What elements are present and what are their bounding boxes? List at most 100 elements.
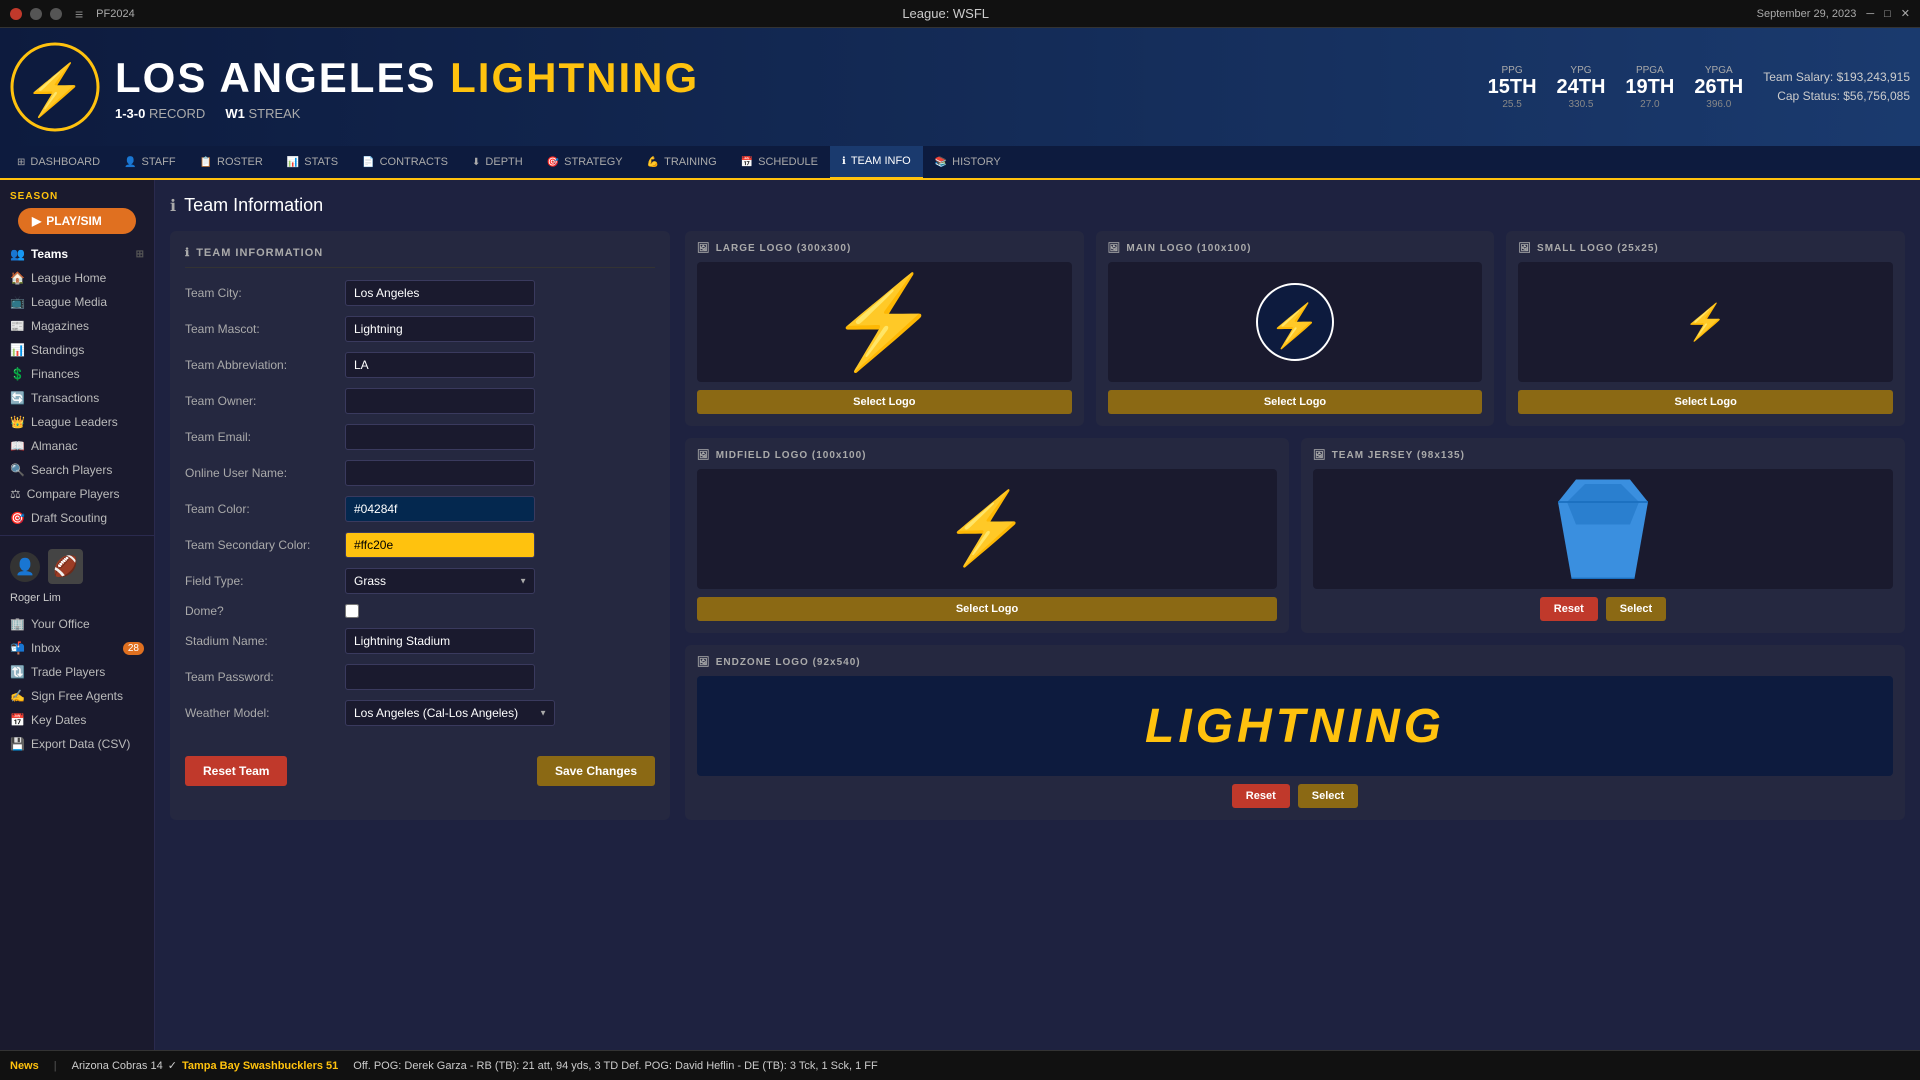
endzone-logo-header: 🖼 ENDZONE LOGO (92x540) [697, 657, 1893, 668]
user-avatar: 👤 [10, 552, 40, 582]
streak-value: W1 [225, 106, 245, 121]
midfield-logo-panel: 🖼 MIDFIELD LOGO (100x100) ⚡ Select Logo [685, 438, 1289, 633]
news-details: Off. POG: Derek Garza - RB (TB): 21 att,… [353, 1060, 877, 1072]
abbr-input[interactable] [345, 352, 535, 378]
news-label: News [10, 1060, 39, 1072]
sidebar-item-league-leaders[interactable]: 👑 League Leaders [0, 410, 154, 434]
large-logo-display: ⚡ [697, 262, 1072, 382]
sidebar-item-export-data[interactable]: 💾 Export Data (CSV) [0, 732, 154, 756]
sidebar-item-league-media[interactable]: 📺 League Media [0, 290, 154, 314]
small-logo-select-button[interactable]: Select Logo [1518, 390, 1893, 414]
dome-checkbox[interactable] [345, 604, 359, 618]
jersey-reset-button[interactable]: Reset [1540, 597, 1598, 621]
tab-history[interactable]: 📚 HISTORY [923, 146, 1013, 179]
tab-strategy[interactable]: 🎯 STRATEGY [535, 146, 635, 179]
sidebar-item-trade-players[interactable]: 🔃 Trade Players [0, 660, 154, 684]
sidebar-item-transactions[interactable]: 🔄 Transactions [0, 386, 154, 410]
transactions-icon: 🔄 [10, 391, 25, 405]
secondary-color-label: Team Secondary Color: [185, 538, 345, 552]
tab-dashboard[interactable]: ⊞ DASHBOARD [5, 146, 112, 179]
user-helmet: 🏈 [48, 549, 83, 584]
color-input[interactable] [345, 496, 535, 522]
form-row-mascot: Team Mascot: [185, 316, 655, 342]
stadium-input[interactable] [345, 628, 535, 654]
sidebar-item-search-players[interactable]: 🔍 Search Players [0, 458, 154, 482]
midfield-logo-select-button[interactable]: Select Logo [697, 597, 1277, 621]
large-logo-select-button[interactable]: Select Logo [697, 390, 1072, 414]
secondary-color-input[interactable] [345, 532, 535, 558]
content-area: ℹ Team Information ℹ TEAM INFORMATION Te… [155, 180, 1920, 1050]
form-row-abbr: Team Abbreviation: [185, 352, 655, 378]
sidebar-item-sign-free-agents[interactable]: ✍ Sign Free Agents [0, 684, 154, 708]
tab-contracts[interactable]: 📄 CONTRACTS [350, 146, 460, 179]
owner-input[interactable] [345, 388, 535, 414]
tab-schedule[interactable]: 📅 SCHEDULE [729, 146, 830, 179]
team-info-panel: ℹ TEAM INFORMATION Team City: Team Masco… [170, 231, 670, 820]
compare-players-icon: ⚖ [10, 487, 21, 501]
team1-score: Arizona Cobras 14 [72, 1060, 163, 1072]
tab-team-info[interactable]: ℹ TEAM INFO [830, 146, 923, 179]
tab-staff[interactable]: 👤 STAFF [112, 146, 187, 179]
large-logo-header: 🖼 LARGE LOGO (300x300) [697, 243, 1072, 254]
tab-depth[interactable]: ⬇ DEPTH [460, 146, 535, 179]
weather-select[interactable]: Los Angeles (Cal-Los Angeles) [345, 700, 555, 726]
sidebar-item-standings[interactable]: 📊 Standings [0, 338, 154, 362]
sidebar-item-finances[interactable]: 💲 Finances [0, 362, 154, 386]
sidebar-item-key-dates[interactable]: 📅 Key Dates [0, 708, 154, 732]
email-input[interactable] [345, 424, 535, 450]
sidebar-item-magazines[interactable]: 📰 Magazines [0, 314, 154, 338]
magazines-icon: 📰 [10, 319, 25, 333]
sidebar-item-almanac[interactable]: 📖 Almanac [0, 434, 154, 458]
score-display: Arizona Cobras 14 ✓ Tampa Bay Swashbuckl… [72, 1059, 339, 1072]
sidebar-item-your-office[interactable]: 🏢 Your Office [0, 612, 154, 636]
sidebar-item-league-home[interactable]: 🏠 League Home [0, 266, 154, 290]
email-label: Team Email: [185, 430, 345, 444]
svg-text:⚡: ⚡ [24, 61, 86, 120]
endzone-reset-button[interactable]: Reset [1232, 784, 1290, 808]
logos-area: 🖼 LARGE LOGO (300x300) ⚡ Select Logo 🖼 M… [685, 231, 1905, 820]
close-button[interactable] [10, 8, 22, 20]
play-sim-button[interactable]: ▶ PLAY/SIM [18, 208, 136, 234]
sidebar-item-draft-scouting[interactable]: 🎯 Draft Scouting [0, 506, 154, 530]
main-logo-display: ⚡ [1108, 262, 1483, 382]
export-data-icon: 💾 [10, 737, 25, 751]
team-header: ⚡ LOS ANGELES LIGHTNING 1-3-0 RECORD W1 … [0, 28, 1920, 146]
sidebar: SEASON ▶ PLAY/SIM 👥 Teams ⊞ 🏠 League Hom… [0, 180, 155, 1050]
reset-team-button[interactable]: Reset Team [185, 756, 287, 786]
header-stats: PPG 15TH 25.5 YPG 24TH 330.5 PPGA 19TH 2… [1488, 65, 1910, 110]
main-logo-panel: 🖼 MAIN LOGO (100x100) ⚡ Select Logo [1096, 231, 1495, 426]
form-buttons: Reset Team Save Changes [185, 746, 655, 786]
minimize-button[interactable] [30, 8, 42, 20]
svg-text:⚡: ⚡ [1269, 301, 1321, 351]
team-info-panel-header: ℹ TEAM INFORMATION [185, 246, 655, 268]
teams-icon: 👥 [10, 247, 25, 261]
weather-label: Weather Model: [185, 706, 345, 720]
sign-free-agents-icon: ✍ [10, 689, 25, 703]
tab-roster[interactable]: 📋 ROSTER [188, 146, 275, 179]
jersey-select-button[interactable]: Select [1606, 597, 1666, 621]
small-logo-display: ⚡ [1518, 262, 1893, 382]
nav-tabs: ⊞ DASHBOARD 👤 STAFF 📋 ROSTER 📊 STATS 📄 C… [0, 146, 1920, 180]
maximize-button[interactable] [50, 8, 62, 20]
tab-stats[interactable]: 📊 STATS [275, 146, 350, 179]
top-bar: ≡ PF2024 League: WSFL September 29, 2023… [0, 0, 1920, 28]
endzone-select-button[interactable]: Select [1298, 784, 1358, 808]
jersey-display [1313, 469, 1893, 589]
sidebar-item-teams[interactable]: 👥 Teams ⊞ [0, 242, 154, 266]
city-input[interactable] [345, 280, 535, 306]
midfield-logo-header: 🖼 MIDFIELD LOGO (100x100) [697, 450, 1277, 461]
form-row-city: Team City: [185, 280, 655, 306]
password-input[interactable] [345, 664, 535, 690]
almanac-icon: 📖 [10, 439, 25, 453]
sidebar-item-compare-players[interactable]: ⚖ Compare Players [0, 482, 154, 506]
color-label: Team Color: [185, 502, 345, 516]
tab-training[interactable]: 💪 TRAINING [635, 146, 729, 179]
mascot-input[interactable] [345, 316, 535, 342]
main-logo-select-button[interactable]: Select Logo [1108, 390, 1483, 414]
field-type-select[interactable]: Grass Turf Artificial [345, 568, 535, 594]
ypga-stat: YPGA 26TH 396.0 [1694, 65, 1743, 110]
save-changes-button[interactable]: Save Changes [537, 756, 655, 786]
window-controls[interactable]: ≡ PF2024 [10, 6, 135, 22]
sidebar-item-inbox[interactable]: 📬 Inbox 28 [0, 636, 154, 660]
username-input[interactable] [345, 460, 535, 486]
